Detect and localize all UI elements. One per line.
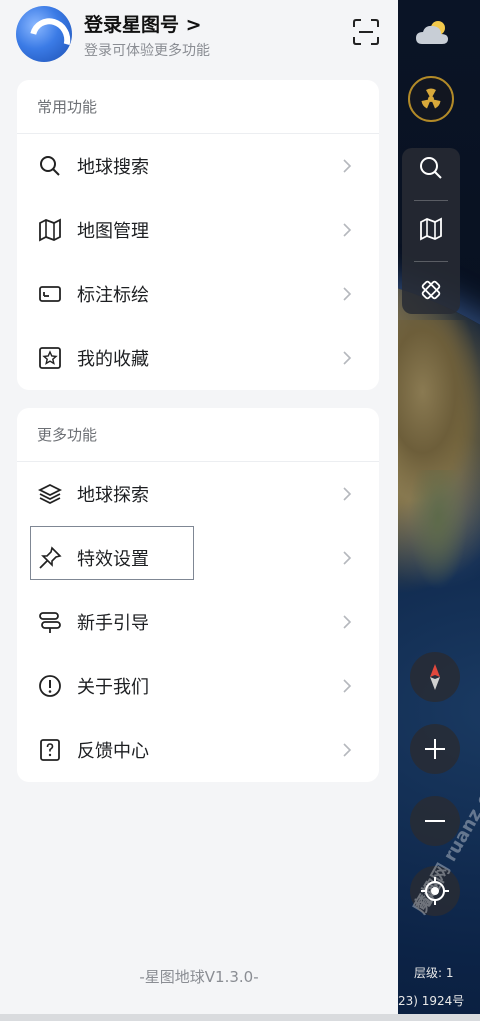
icp-license-text: 23) 1924号 [398,994,465,1008]
search-icon [37,153,63,179]
chevron-right-icon [337,676,357,696]
radiation-icon[interactable] [408,76,454,122]
menu-item-effects-settings[interactable]: 特效设置 [17,526,379,590]
scan-icon[interactable] [352,18,380,46]
favorites-icon [37,345,63,371]
chevron-right-icon [337,612,357,632]
system-navigation-bar [0,1014,480,1021]
menu-item-label: 我的收藏 [77,349,149,370]
side-drawer: 登录星图号 > 登录可体验更多功能 常用功能 地球搜索 地图管理 标注标绘 我的… [0,0,398,1021]
app-logo [16,6,72,62]
map-layers-icon[interactable] [418,216,444,246]
zoom-level-readout: 层级: 1 [414,966,454,980]
feedback-icon [37,737,63,763]
compass-icon[interactable] [410,652,460,702]
chevron-right-icon [337,284,357,304]
chevron-right-icon [337,156,357,176]
login-title-link[interactable]: 登录星图号 > [84,10,202,37]
weather-cloud-icon[interactable] [410,10,458,54]
menu-item-label: 反馈中心 [77,741,149,762]
map-search-icon[interactable] [418,155,444,185]
drawer-header: 登录星图号 > 登录可体验更多功能 [0,0,398,72]
layers-icon [37,481,63,507]
divider [414,200,448,202]
chevron-right-icon [337,548,357,568]
menu-item-annotation[interactable]: 标注标绘 [17,262,379,326]
common-functions-card: 常用功能 地球搜索 地图管理 标注标绘 我的收藏 [17,80,379,390]
menu-item-label: 关于我们 [77,677,149,698]
menu-item-label: 标注标绘 [77,285,149,306]
menu-item-earth-search[interactable]: 地球搜索 [17,134,379,198]
signpost-icon [37,609,63,635]
menu-item-label: 地球探索 [77,485,149,506]
menu-item-about-us[interactable]: 关于我们 [17,654,379,718]
chevron-right-icon [337,348,357,368]
map-icon [37,217,63,243]
chevron-right-icon [337,484,357,504]
info-icon [37,673,63,699]
map-measure-icon[interactable] [418,277,444,307]
menu-item-label: 地图管理 [77,221,149,242]
menu-item-map-management[interactable]: 地图管理 [17,198,379,262]
chevron-right-icon [337,220,357,240]
menu-item-beginner-guide[interactable]: 新手引导 [17,590,379,654]
login-subtitle: 登录可体验更多功能 [84,43,210,59]
menu-item-label: 特效设置 [77,549,149,570]
app-version-text: -星图地球V1.3.0- [139,968,259,986]
map-tools-panel [402,148,460,314]
menu-item-label: 新手引导 [77,613,149,634]
menu-item-feedback-center[interactable]: 反馈中心 [17,718,379,782]
section-title: 更多功能 [17,408,379,462]
section-title: 常用功能 [17,80,379,134]
pin-icon [37,545,63,571]
map-view[interactable]: 魔趣网 ruanz.com 层级: 1 23) 1924号 [398,0,480,1021]
zoom-in-icon[interactable] [410,724,460,774]
map-landmass [408,470,468,590]
divider [414,260,448,262]
annotate-icon [37,281,63,307]
menu-item-earth-explore[interactable]: 地球探索 [17,462,379,526]
chevron-right-icon [337,740,357,760]
menu-item-favorites[interactable]: 我的收藏 [17,326,379,390]
more-functions-card: 更多功能 地球探索 特效设置 新手引导 关于我们 反馈中心 [17,408,379,782]
menu-item-label: 地球搜索 [77,157,149,178]
